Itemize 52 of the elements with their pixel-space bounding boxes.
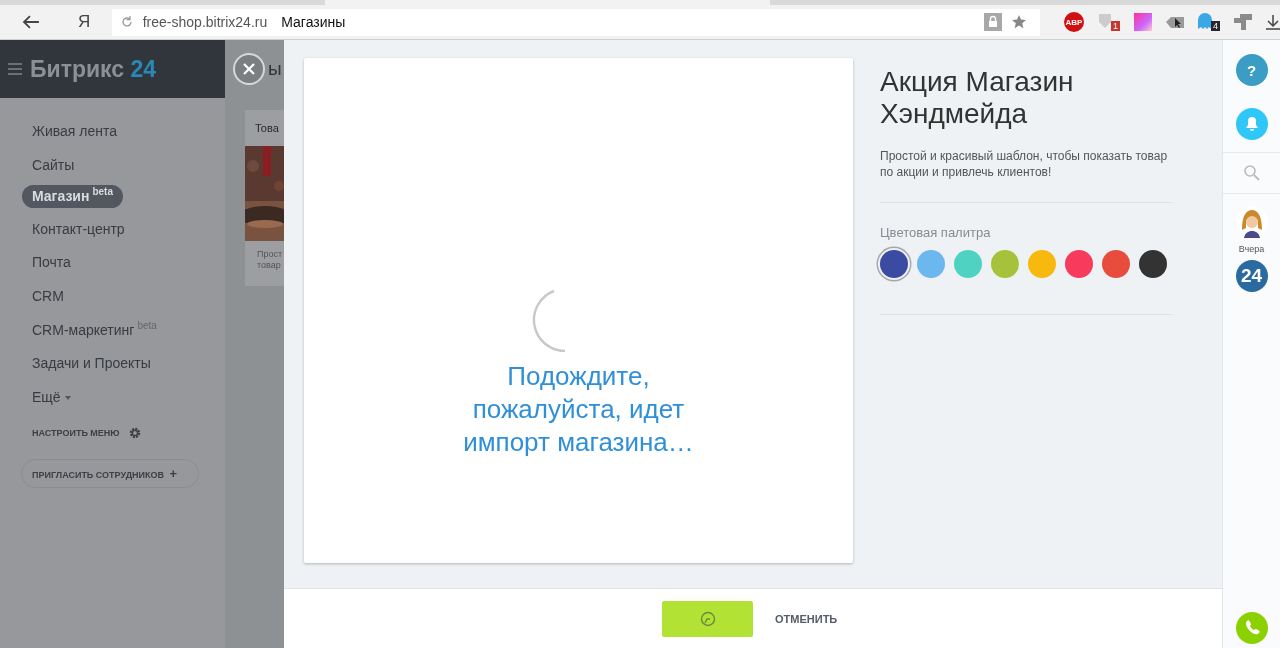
bell-icon[interactable] (1235, 108, 1268, 140)
card-text: Прост (257, 249, 284, 260)
yandex-button[interactable]: Я (77, 12, 98, 32)
menu-item[interactable]: Магазин $^{beta}$ (22, 185, 123, 209)
lock-icon[interactable] (984, 13, 1002, 31)
loading-message: Подождите, пожалуйста, идет импорт магазина… (462, 360, 695, 459)
template-title: Акция Магазин Хэндмейда (880, 66, 1075, 130)
configure-menu-link[interactable]: НАСТРОИТЬ МЕНЮ (32, 428, 120, 439)
settings-icon[interactable] (128, 427, 141, 440)
recent-label: Вчера (1238, 244, 1265, 254)
close-button[interactable] (233, 53, 265, 85)
phone-icon[interactable] (1235, 612, 1268, 644)
menu-item[interactable]: Почта (22, 249, 81, 276)
menu-item[interactable]: Сайты (22, 151, 85, 178)
color-swatch[interactable] (1028, 250, 1056, 278)
gradient-icon[interactable] (1134, 13, 1152, 31)
menu-item[interactable]: CRM (22, 282, 74, 309)
card-title: Това (254, 121, 280, 136)
back-icon[interactable] (22, 15, 40, 29)
spinner-icon (531, 288, 566, 352)
page-title: Магазины (281, 14, 346, 30)
plus-sign: + (169, 466, 178, 482)
menu-item[interactable]: Задачи и Проекты (22, 350, 161, 377)
color-swatch[interactable] (917, 250, 945, 278)
download-icon[interactable] (1266, 14, 1280, 30)
create-button[interactable] (662, 600, 753, 637)
search-icon[interactable] (1243, 165, 1260, 181)
cursor-icon[interactable] (1166, 14, 1184, 30)
reload-icon[interactable] (120, 16, 133, 28)
page-title: ы (268, 58, 282, 80)
color-swatch[interactable] (1065, 250, 1093, 278)
color-swatch[interactable] (1139, 250, 1167, 278)
address-bar[interactable]: free-shop.bitrix24.ru Магазины (111, 8, 1040, 36)
palette-label: Цветовая палитра (880, 225, 992, 240)
template-description: Простой и красивый шаблон, чтобы показать товар по акции и привлечь клиентов! (880, 148, 1169, 180)
color-swatch[interactable] (954, 250, 982, 278)
cancel-button[interactable]: ОТМЕНИТЬ (773, 612, 840, 625)
menu-item[interactable]: Ещё (22, 383, 81, 410)
clock-icon (699, 610, 716, 627)
help-button[interactable]: ? (1235, 54, 1268, 86)
adblock-icon[interactable]: ABP (1064, 12, 1084, 32)
bitrix-logo[interactable]: 24 (1235, 260, 1268, 292)
color-swatch[interactable] (991, 250, 1019, 278)
menu-item[interactable]: Живая лента (22, 118, 127, 144)
card-text: товар (257, 260, 282, 271)
star-icon[interactable] (1012, 15, 1026, 29)
close-icon (243, 63, 255, 75)
menu-item[interactable]: Контакт-центр (22, 215, 135, 242)
url-text: free-shop.bitrix24.ru (142, 14, 268, 30)
color-swatch[interactable] (1102, 250, 1130, 278)
menu-icon[interactable] (8, 63, 22, 75)
color-swatch[interactable] (880, 250, 908, 278)
